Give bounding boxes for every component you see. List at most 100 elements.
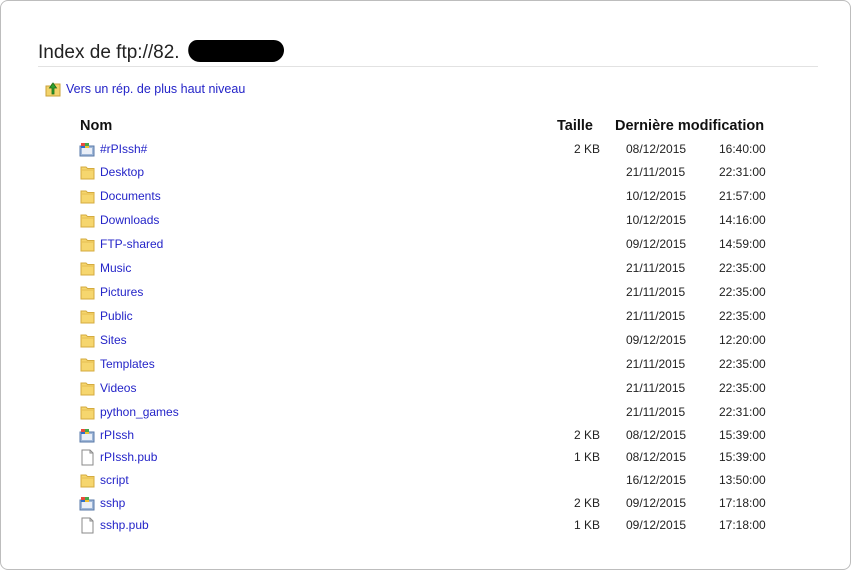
parent-directory-link[interactable]: Vers un rép. de plus haut niveau — [45, 80, 245, 98]
folder-icon — [79, 212, 96, 229]
file-row: Downloads 10/12/2015 14:16:00 — [79, 210, 779, 232]
file-time: 22:35:00 — [719, 285, 766, 299]
file-name-link[interactable]: Templates — [100, 357, 155, 371]
file-time: 16:40:00 — [719, 142, 766, 156]
file-time: 14:16:00 — [719, 213, 766, 227]
file-date: 21/11/2015 — [626, 405, 686, 419]
file-name-link[interactable]: script — [100, 473, 129, 487]
column-header-size: Taille — [557, 118, 593, 134]
folder-icon — [79, 188, 96, 205]
page-title-row: Index de ftp://82. — [38, 40, 818, 67]
file-name-link[interactable]: Documents — [100, 189, 161, 203]
file-time: 17:18:00 — [719, 518, 766, 532]
file-row: #rPIssh# 2 KB 08/12/2015 16:40:00 — [79, 139, 779, 161]
folder-icon — [79, 164, 96, 181]
file-name-link[interactable]: Downloads — [100, 213, 159, 227]
file-row: python_games 21/11/2015 22:31:00 — [79, 402, 779, 424]
file-row: rPIssh.pub 1 KB 08/12/2015 15:39:00 — [79, 447, 779, 469]
folder-icon — [79, 308, 96, 325]
file-date: 09/12/2015 — [626, 237, 687, 251]
file-size: 1 KB — [573, 450, 600, 464]
file-date: 16/12/2015 — [626, 473, 687, 487]
file-row: Pictures 21/11/2015 22:35:00 — [79, 282, 779, 304]
file-name-link[interactable]: rPIssh.pub — [100, 450, 157, 464]
file-name-link[interactable]: Music — [100, 261, 131, 275]
file-generic-icon — [79, 427, 96, 444]
parent-directory-label: Vers un rép. de plus haut niveau — [66, 82, 246, 96]
file-name-link[interactable]: Videos — [100, 381, 136, 395]
file-date: 08/12/2015 — [626, 428, 687, 442]
folder-icon — [79, 404, 96, 421]
file-name-link[interactable]: Public — [100, 309, 133, 323]
file-date: 08/12/2015 — [626, 450, 687, 464]
file-name-link[interactable]: python_games — [100, 405, 179, 419]
file-date: 08/12/2015 — [626, 142, 687, 156]
file-date: 21/11/2015 — [626, 381, 686, 395]
browser-content-frame: Index de ftp://82. Vers un rép. de plus … — [0, 0, 851, 570]
file-date: 21/11/2015 — [626, 285, 686, 299]
redaction-mark — [186, 40, 286, 62]
file-row: Documents 10/12/2015 21:57:00 — [79, 186, 779, 208]
file-time: 15:39:00 — [719, 450, 766, 464]
file-size: 1 KB — [573, 518, 600, 532]
column-header-name: Nom — [80, 118, 113, 134]
file-time: 12:20:00 — [719, 333, 766, 347]
file-row: Music 21/11/2015 22:35:00 — [79, 258, 779, 280]
file-blank-icon — [79, 517, 96, 534]
file-row: Public 21/11/2015 22:35:00 — [79, 306, 779, 328]
file-date: 09/12/2015 — [626, 518, 687, 532]
file-date: 10/12/2015 — [626, 189, 687, 203]
file-time: 22:35:00 — [719, 381, 766, 395]
file-row: rPIssh 2 KB 08/12/2015 15:39:00 — [79, 425, 779, 447]
file-time: 22:35:00 — [719, 261, 766, 275]
file-date: 21/11/2015 — [626, 357, 686, 371]
file-row: FTP-shared 09/12/2015 14:59:00 — [79, 234, 779, 256]
file-time: 13:50:00 — [719, 473, 766, 487]
file-name-link[interactable]: sshp.pub — [100, 518, 149, 532]
file-name-link[interactable]: FTP-shared — [100, 237, 163, 251]
column-header-modified: Dernière modification — [615, 118, 765, 134]
file-date: 10/12/2015 — [626, 213, 687, 227]
file-blank-icon — [79, 449, 96, 466]
file-date: 09/12/2015 — [626, 333, 687, 347]
page-title: Index de ftp://82. — [38, 42, 180, 63]
folder-icon — [79, 380, 96, 397]
file-size: 2 KB — [573, 428, 600, 442]
file-time: 22:35:00 — [719, 309, 766, 323]
file-name-link[interactable]: Pictures — [100, 285, 143, 299]
file-time: 22:35:00 — [719, 357, 766, 371]
up-arrow-folder-icon — [45, 81, 61, 96]
folder-icon — [79, 284, 96, 301]
file-row: sshp.pub 1 KB 09/12/2015 17:18:00 — [79, 515, 779, 537]
file-time: 17:18:00 — [719, 496, 766, 510]
file-time: 22:31:00 — [719, 165, 766, 179]
file-row: script 16/12/2015 13:50:00 — [79, 470, 779, 492]
file-row: Templates 21/11/2015 22:35:00 — [79, 354, 779, 376]
folder-icon — [79, 356, 96, 373]
file-row: Desktop 21/11/2015 22:31:00 — [79, 162, 779, 184]
file-name-link[interactable]: rPIssh — [100, 428, 134, 442]
file-size: 2 KB — [573, 496, 600, 510]
file-name-link[interactable]: #rPIssh# — [100, 142, 147, 156]
folder-icon — [79, 260, 96, 277]
file-generic-icon — [79, 495, 96, 512]
file-generic-icon — [79, 141, 96, 158]
file-name-link[interactable]: sshp — [100, 496, 125, 510]
file-time: 14:59:00 — [719, 237, 766, 251]
file-row: sshp 2 KB 09/12/2015 17:18:00 — [79, 493, 779, 515]
folder-icon — [79, 332, 96, 349]
file-date: 21/11/2015 — [626, 309, 686, 323]
file-time: 21:57:00 — [719, 189, 766, 203]
file-time: 15:39:00 — [719, 428, 766, 442]
file-time: 22:31:00 — [719, 405, 766, 419]
file-date: 09/12/2015 — [626, 496, 687, 510]
file-name-link[interactable]: Sites — [100, 333, 127, 347]
file-row: Videos 21/11/2015 22:35:00 — [79, 378, 779, 400]
file-date: 21/11/2015 — [626, 261, 686, 275]
folder-icon — [79, 236, 96, 253]
file-size: 2 KB — [573, 142, 600, 156]
file-date: 21/11/2015 — [626, 165, 686, 179]
folder-icon — [79, 472, 96, 489]
file-row: Sites 09/12/2015 12:20:00 — [79, 330, 779, 352]
file-name-link[interactable]: Desktop — [100, 165, 144, 179]
